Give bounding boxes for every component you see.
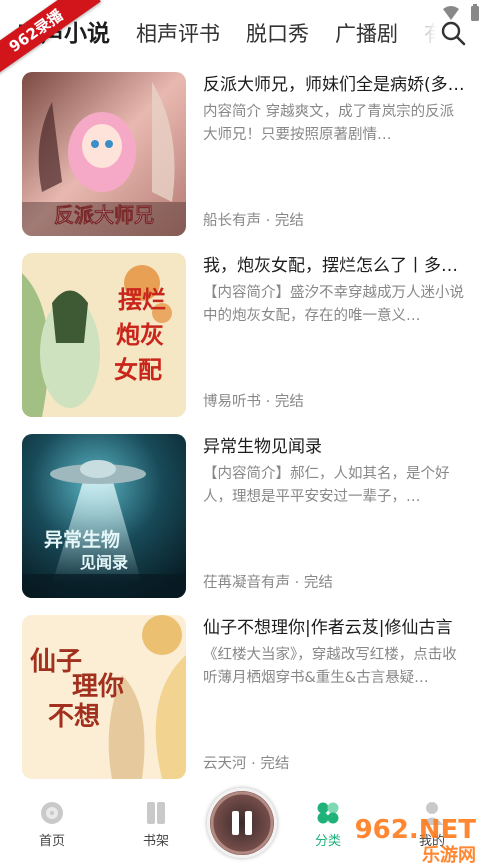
book-title[interactable]: 反派大师兄，师妹们全是病娇(多人有声剧): [203, 73, 465, 97]
cover-art-4: 仙子理你不想: [22, 615, 186, 779]
tab-talk-show[interactable]: 脱口秀: [246, 14, 309, 54]
now-playing-disc[interactable]: [207, 788, 277, 858]
cover-subtitle: 见闻录: [80, 553, 128, 572]
book-meta: 博易听书 · 完结: [203, 394, 304, 410]
book-item[interactable]: 摆烂炮灰女配 我，炮灰女配，摆烂怎么了丨多人有声剧 【内容简介】盛汐不幸穿越成万…: [0, 253, 486, 434]
book-status: 完结: [303, 575, 333, 591]
watermark-bottom: 乐游网: [422, 844, 476, 864]
book-info: 我，炮灰女配，摆烂怎么了丨多人有声剧 【内容简介】盛汐不幸穿越成万人迷小说中的炮…: [203, 253, 465, 417]
book-info: 异常生物见闻录 【内容简介】郝仁，人如其名，是个好人，理想是平平安安过一辈子，……: [203, 434, 465, 598]
book-author: 博易听书: [203, 394, 261, 410]
nav-home-label: 首页: [38, 834, 65, 849]
watermark-top: 962.NET: [355, 815, 477, 845]
cover-art-1: 反派大师兄: [22, 72, 186, 236]
book-title[interactable]: 异常生物见闻录: [203, 435, 465, 459]
book-item[interactable]: 异常生物 见闻录 异常生物见闻录 【内容简介】郝仁，人如其名，是个好人，理想是平…: [0, 434, 486, 615]
book-meta: 船长有声 · 完结: [203, 213, 304, 229]
book-author: 云天河: [203, 756, 247, 772]
cover-art-3: 异常生物 见闻录: [22, 434, 186, 598]
book-description: 【内容简介】郝仁，人如其名，是个好人，理想是平平安安过一辈子，…: [203, 466, 450, 505]
tab-radio-drama[interactable]: 广播剧: [335, 14, 398, 54]
nav-shelf-label: 书架: [142, 834, 169, 849]
book-author: 茌苒凝音有声: [203, 575, 290, 591]
book-status: 完结: [260, 756, 290, 772]
book-cover[interactable]: 摆烂炮灰女配: [22, 253, 186, 417]
book-info: 反派大师兄，师妹们全是病娇(多人有声剧) 内容简介 穿越爽文，成了青岚宗的反派大…: [203, 72, 465, 236]
book-cover[interactable]: 仙子理你不想: [22, 615, 186, 779]
tab-crosstalk[interactable]: 相声评书: [136, 14, 220, 54]
battery-icon: [471, 4, 479, 21]
nav-home[interactable]: 首页: [22, 800, 82, 849]
site-watermark-logo: 962.NET 乐游网: [355, 815, 477, 864]
search-icon[interactable]: [438, 18, 468, 48]
book-title[interactable]: 仙子不想理你|作者云芨|修仙古言: [203, 616, 465, 640]
pause-icon[interactable]: [210, 791, 274, 855]
book-status: 完结: [274, 394, 304, 410]
book-status: 完结: [274, 213, 304, 229]
book-description: 【内容简介】盛汐不幸穿越成万人迷小说中的炮灰女配，存在的唯一意义…: [203, 285, 464, 324]
book-item[interactable]: 仙子理你不想 仙子不想理你|作者云芨|修仙古言 《红楼大当家》，穿越改写红楼，点…: [0, 615, 486, 796]
book-title[interactable]: 我，炮灰女配，摆烂怎么了丨多人有声剧: [203, 254, 465, 278]
book-meta: 茌苒凝音有声 · 完结: [203, 575, 333, 591]
book-meta: 云天河 · 完结: [203, 756, 290, 772]
book-list: 反派大师兄 反派大师兄，师妹们全是病娇(多人有声剧) 内容简介 穿越爽文，成了青…: [0, 72, 486, 796]
book-description: 《红楼大当家》，穿越改写红楼，点击收听薄月栖烟穿书&重生&古言悬疑…: [203, 647, 457, 686]
book-cover[interactable]: 异常生物 见闻录: [22, 434, 186, 598]
nav-shelf[interactable]: 书架: [126, 800, 186, 849]
home-disc-icon: [41, 802, 63, 824]
bookshelf-icon: [147, 802, 165, 824]
cover-title: 异常生物: [44, 528, 120, 551]
book-info: 仙子不想理你|作者云芨|修仙古言 《红楼大当家》，穿越改写红楼，点击收听薄月栖烟…: [203, 615, 465, 779]
book-author: 船长有声: [203, 213, 261, 229]
book-item[interactable]: 反派大师兄 反派大师兄，师妹们全是病娇(多人有声剧) 内容简介 穿越爽文，成了青…: [0, 72, 486, 253]
cover-title: 反派大师兄: [54, 203, 154, 227]
cover-art-2: 摆烂炮灰女配: [22, 253, 186, 417]
book-description: 内容简介 穿越爽文，成了青岚宗的反派大师兄！只要按照原著剧情…: [203, 104, 455, 143]
cover-title: 摆烂炮灰女配: [114, 285, 166, 384]
book-cover[interactable]: 反派大师兄: [22, 72, 186, 236]
